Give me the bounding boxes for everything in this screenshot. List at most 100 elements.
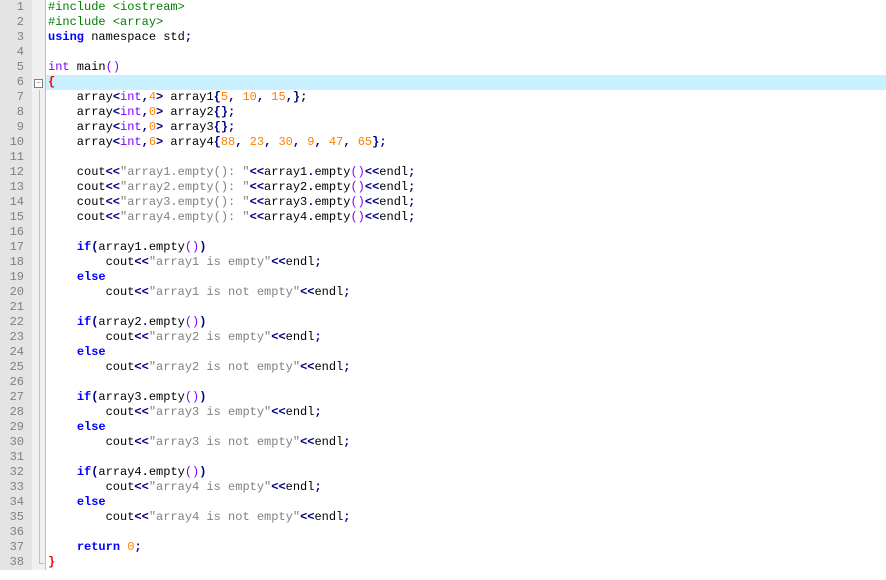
token-op: , bbox=[235, 135, 249, 149]
code-line[interactable]: { bbox=[46, 75, 886, 90]
token-nu: 5 bbox=[221, 90, 228, 104]
token-br1: { bbox=[48, 75, 55, 89]
code-line[interactable]: array<int,0> array3{}; bbox=[46, 120, 886, 135]
code-line[interactable]: cout<<"array3.empty(): "<<array3.empty()… bbox=[46, 195, 886, 210]
token-pn: array4 bbox=[264, 210, 307, 224]
fold-marker bbox=[32, 555, 45, 570]
code-line[interactable]: return 0; bbox=[46, 540, 886, 555]
code-area[interactable]: #include <iostream>#include <array>using… bbox=[46, 0, 886, 570]
code-line[interactable]: array<int,0> array2{}; bbox=[46, 105, 886, 120]
code-line[interactable]: } bbox=[46, 555, 886, 570]
code-line[interactable]: cout<<"array3 is empty"<<endl; bbox=[46, 405, 886, 420]
code-line[interactable] bbox=[46, 45, 886, 60]
token-pc: () bbox=[106, 60, 120, 74]
token-op: << bbox=[300, 360, 314, 374]
code-line[interactable]: cout<<"array4 is not empty"<<endl; bbox=[46, 510, 886, 525]
token-op: , bbox=[142, 120, 149, 134]
fold-marker[interactable]: − bbox=[32, 75, 45, 90]
token-op: , bbox=[293, 135, 307, 149]
token-pn: array2 bbox=[98, 315, 141, 329]
token-pn bbox=[48, 495, 77, 509]
token-pn bbox=[48, 465, 77, 479]
token-op: ; bbox=[408, 165, 415, 179]
token-st: "array2 is empty" bbox=[149, 330, 271, 344]
line-number: 34 bbox=[4, 495, 24, 510]
token-fn: empty bbox=[149, 390, 185, 404]
code-line[interactable]: else bbox=[46, 270, 886, 285]
code-line[interactable]: if(array2.empty()) bbox=[46, 315, 886, 330]
code-line[interactable]: cout<<"array4 is empty"<<endl; bbox=[46, 480, 886, 495]
code-line[interactable] bbox=[46, 450, 886, 465]
code-line[interactable]: if(array4.empty()) bbox=[46, 465, 886, 480]
token-st: "array2.empty(): " bbox=[120, 180, 250, 194]
token-pn: array3 bbox=[163, 120, 213, 134]
fold-marker bbox=[32, 540, 45, 555]
fold-collapse-icon[interactable]: − bbox=[34, 79, 43, 88]
token-op: ; bbox=[408, 195, 415, 209]
line-number: 8 bbox=[4, 105, 24, 120]
token-br1: } bbox=[48, 555, 55, 569]
code-line[interactable]: cout<<"array2.empty(): "<<array2.empty()… bbox=[46, 180, 886, 195]
token-pn: array bbox=[48, 105, 113, 119]
code-line[interactable] bbox=[46, 375, 886, 390]
token-op: . bbox=[142, 240, 149, 254]
code-line[interactable] bbox=[46, 525, 886, 540]
code-line[interactable]: cout<<"array4.empty(): "<<array4.empty()… bbox=[46, 210, 886, 225]
fold-marker bbox=[32, 165, 45, 180]
code-line[interactable]: if(array3.empty()) bbox=[46, 390, 886, 405]
fold-marker bbox=[32, 405, 45, 420]
line-number: 22 bbox=[4, 315, 24, 330]
code-line[interactable]: cout<<"array1.empty(): "<<array1.empty()… bbox=[46, 165, 886, 180]
code-line[interactable]: #include <iostream> bbox=[46, 0, 886, 15]
line-number: 5 bbox=[4, 60, 24, 75]
token-pc: () bbox=[350, 195, 364, 209]
token-op: << bbox=[250, 210, 264, 224]
code-line[interactable] bbox=[46, 300, 886, 315]
code-line[interactable]: else bbox=[46, 345, 886, 360]
token-pn: array2 bbox=[163, 105, 213, 119]
token-op: , bbox=[142, 135, 149, 149]
code-line[interactable]: array<int,4> array1{5, 10, 15,}; bbox=[46, 90, 886, 105]
token-st: "array3 is empty" bbox=[149, 405, 271, 419]
token-op: << bbox=[134, 405, 148, 419]
code-line[interactable]: array<int,6> array4{88, 23, 30, 9, 47, 6… bbox=[46, 135, 886, 150]
code-line[interactable]: cout<<"array2 is not empty"<<endl; bbox=[46, 360, 886, 375]
token-kw: if bbox=[77, 390, 91, 404]
code-line[interactable]: int main() bbox=[46, 60, 886, 75]
token-op: << bbox=[134, 480, 148, 494]
line-number: 26 bbox=[4, 375, 24, 390]
code-line[interactable]: if(array1.empty()) bbox=[46, 240, 886, 255]
line-number: 18 bbox=[4, 255, 24, 270]
fold-marker bbox=[32, 0, 45, 15]
code-line[interactable]: cout<<"array3 is not empty"<<endl; bbox=[46, 435, 886, 450]
line-number: 6 bbox=[4, 75, 24, 90]
token-op: << bbox=[134, 435, 148, 449]
token-op: ; bbox=[314, 255, 321, 269]
code-line[interactable]: #include <array> bbox=[46, 15, 886, 30]
code-line[interactable]: using namespace std; bbox=[46, 30, 886, 45]
token-op: << bbox=[365, 180, 379, 194]
fold-marker bbox=[32, 450, 45, 465]
token-op: ) bbox=[199, 465, 206, 479]
code-line[interactable]: else bbox=[46, 495, 886, 510]
code-line[interactable]: cout<<"array1 is empty"<<endl; bbox=[46, 255, 886, 270]
token-op: , bbox=[343, 135, 357, 149]
code-line[interactable]: else bbox=[46, 420, 886, 435]
code-line[interactable]: cout<<"array2 is empty"<<endl; bbox=[46, 330, 886, 345]
token-pn: array bbox=[48, 135, 113, 149]
line-number: 24 bbox=[4, 345, 24, 360]
token-pn: cout bbox=[48, 180, 106, 194]
line-number: 27 bbox=[4, 390, 24, 405]
token-pn: array4 bbox=[163, 135, 213, 149]
fold-marker bbox=[32, 375, 45, 390]
token-st: "array3.empty(): " bbox=[120, 195, 250, 209]
token-op: < bbox=[113, 120, 120, 134]
code-line[interactable]: cout<<"array1 is not empty"<<endl; bbox=[46, 285, 886, 300]
token-op: , bbox=[142, 90, 149, 104]
line-number: 32 bbox=[4, 465, 24, 480]
token-op: << bbox=[300, 435, 314, 449]
token-op: , bbox=[257, 90, 271, 104]
code-line[interactable] bbox=[46, 150, 886, 165]
token-pn: endl bbox=[379, 195, 408, 209]
code-line[interactable] bbox=[46, 225, 886, 240]
